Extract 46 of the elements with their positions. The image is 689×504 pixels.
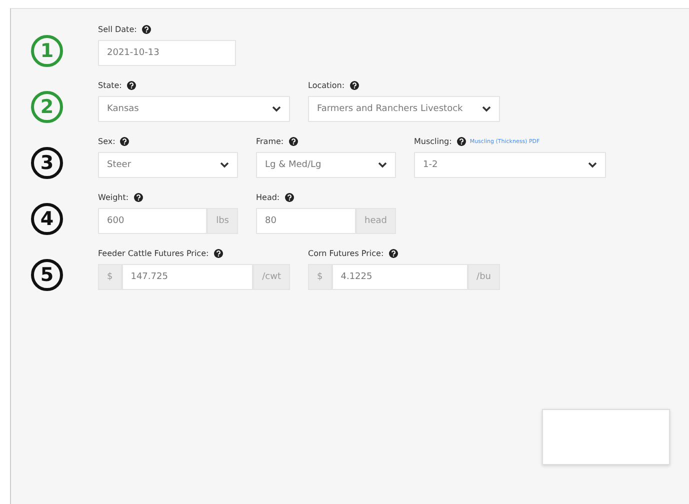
field-label: Weight: bbox=[98, 193, 129, 202]
help-icon[interactable] bbox=[126, 81, 136, 90]
step-number: 2 bbox=[31, 91, 63, 123]
chevron-down-icon bbox=[272, 106, 281, 112]
input-field[interactable]: 80 bbox=[256, 208, 356, 234]
unit-addon: $ bbox=[308, 264, 332, 290]
chevron-down-icon bbox=[588, 162, 597, 168]
step-number: 3 bbox=[31, 147, 63, 179]
help-icon[interactable] bbox=[456, 137, 466, 146]
step-number: 4 bbox=[31, 203, 63, 235]
field-label: State: bbox=[98, 81, 122, 90]
dropdown[interactable]: 1-2 bbox=[414, 152, 606, 178]
input-field[interactable]: 147.725 bbox=[122, 264, 254, 290]
dropdown[interactable]: Kansas bbox=[98, 96, 290, 122]
field-label: Corn Futures Price: bbox=[308, 249, 384, 258]
help-icon[interactable] bbox=[288, 137, 298, 146]
unit-addon: $ bbox=[98, 264, 122, 290]
unit-addon: head bbox=[356, 208, 396, 234]
field-label: Muscling: bbox=[414, 137, 452, 146]
chevron-down-icon bbox=[220, 162, 229, 168]
dropdown[interactable]: Lg & Med/Lg bbox=[256, 152, 396, 178]
unit-addon: lbs bbox=[207, 208, 238, 234]
unit-addon: /bu bbox=[468, 264, 500, 290]
input-field[interactable]: 2021-10-13 bbox=[98, 40, 236, 66]
help-icon[interactable] bbox=[142, 25, 151, 34]
chevron-down-icon bbox=[378, 162, 387, 168]
step-number: 5 bbox=[31, 259, 63, 291]
step-number: 1 bbox=[31, 35, 63, 67]
help-icon[interactable] bbox=[134, 193, 143, 202]
help-icon[interactable] bbox=[120, 137, 130, 146]
help-icon[interactable] bbox=[214, 249, 223, 258]
unit-addon: /cwt bbox=[253, 264, 290, 290]
chevron-down-icon bbox=[482, 106, 491, 112]
field-label: Location: bbox=[308, 81, 345, 90]
field-label: Frame: bbox=[256, 137, 284, 146]
field-label: Feeder Cattle Futures Price: bbox=[98, 249, 209, 258]
help-icon[interactable] bbox=[350, 81, 359, 90]
field-label: Sell Date: bbox=[98, 25, 137, 34]
help-icon[interactable] bbox=[388, 249, 398, 258]
dropdown[interactable]: Farmers and Ranchers Livestock bbox=[308, 96, 500, 122]
input-field[interactable]: 4.1225 bbox=[332, 264, 468, 290]
input-field[interactable]: 600 bbox=[98, 208, 208, 234]
help-icon[interactable] bbox=[284, 193, 294, 202]
dropdown[interactable]: Steer bbox=[98, 152, 238, 178]
field-label: Head: bbox=[256, 193, 280, 202]
field-label: Sex: bbox=[98, 137, 116, 146]
